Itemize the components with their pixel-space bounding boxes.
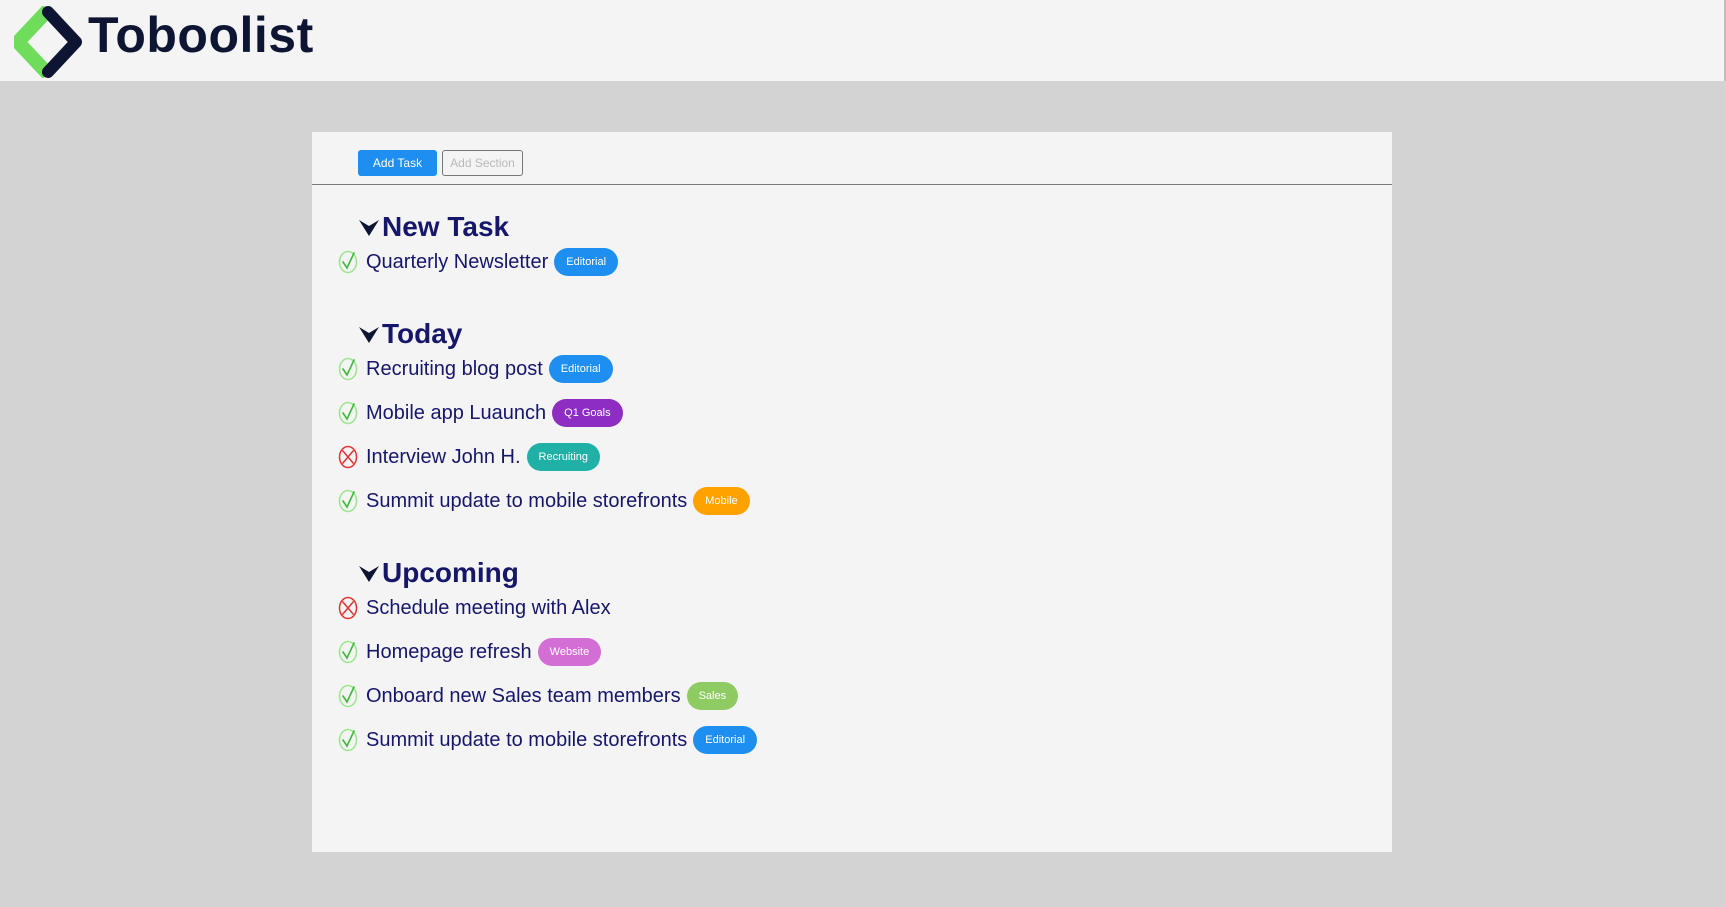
task-tag-badge[interactable]: Editorial: [693, 726, 758, 754]
task-text: Homepage refresh: [366, 640, 532, 663]
task-tag-badge[interactable]: Recruiting: [526, 443, 601, 471]
task-text: Interview John H.: [366, 445, 521, 468]
task-text: Recruiting blog post: [366, 357, 543, 380]
section-header[interactable]: Today: [358, 317, 462, 351]
x-circle-icon[interactable]: [338, 445, 358, 469]
task-panel: Add Task Add Section New Task Quarterly N…: [312, 132, 1392, 852]
task-row[interactable]: Homepage refresh Website: [338, 637, 602, 667]
task-row[interactable]: Onboard new Sales team members Sales: [338, 681, 739, 711]
chevron-down-icon[interactable]: [358, 323, 380, 345]
task-tag-badge[interactable]: Mobile: [693, 487, 750, 515]
task-tag-badge[interactable]: Q1 Goals: [552, 399, 623, 427]
task-text: Mobile app Luaunch: [366, 401, 547, 424]
add-task-button[interactable]: Add Task: [358, 150, 437, 176]
task-row[interactable]: Schedule meeting with Alex: [338, 593, 611, 623]
task-text: Onboard new Sales team members: [366, 684, 681, 707]
task-text: Quarterly Newsletter: [366, 250, 549, 273]
logo-icon: [14, 6, 82, 78]
check-circle-icon[interactable]: [338, 401, 358, 425]
task-text: Schedule meeting with Alex: [366, 596, 611, 619]
check-circle-icon[interactable]: [338, 684, 358, 708]
task-tag-badge[interactable]: Website: [537, 638, 602, 666]
task-row[interactable]: Summit update to mobile storefronts Edito…: [338, 725, 758, 755]
toolbar: Add Task Add Section: [312, 132, 1392, 185]
task-tag-badge[interactable]: Editorial: [548, 355, 613, 383]
task-tag-badge[interactable]: Editorial: [554, 248, 619, 276]
check-circle-icon[interactable]: [338, 489, 358, 513]
task-row[interactable]: Quarterly Newsletter Editorial: [338, 247, 619, 277]
task-row[interactable]: Interview John H. Recruiting: [338, 442, 601, 472]
section-header[interactable]: Upcoming: [358, 556, 519, 590]
x-circle-icon[interactable]: [338, 596, 358, 620]
task-tag-badge[interactable]: Sales: [686, 682, 739, 710]
section-title: Upcoming: [382, 557, 519, 588]
check-circle-icon[interactable]: [338, 357, 358, 381]
task-row[interactable]: Mobile app Luaunch Q1 Goals: [338, 398, 623, 428]
chevron-down-icon[interactable]: [358, 216, 380, 238]
section-title: Today: [382, 318, 463, 349]
task-text: Summit update to mobile storefronts: [366, 728, 688, 751]
check-circle-icon[interactable]: [338, 640, 358, 664]
check-circle-icon[interactable]: [338, 250, 358, 274]
check-circle-icon[interactable]: [338, 728, 358, 752]
task-row[interactable]: Summit update to mobile storefronts Mobil…: [338, 486, 750, 516]
section-header[interactable]: New Task: [358, 210, 509, 244]
task-text: Summit update to mobile storefronts: [366, 489, 688, 512]
app-logo-text: Toboolist: [88, 7, 314, 63]
add-section-button[interactable]: Add Section: [442, 150, 523, 176]
app-header: Toboolist: [0, 0, 1726, 81]
task-row[interactable]: Recruiting blog post Editorial: [338, 354, 613, 384]
chevron-down-icon[interactable]: [358, 562, 380, 584]
section-title: New Task: [382, 211, 510, 242]
